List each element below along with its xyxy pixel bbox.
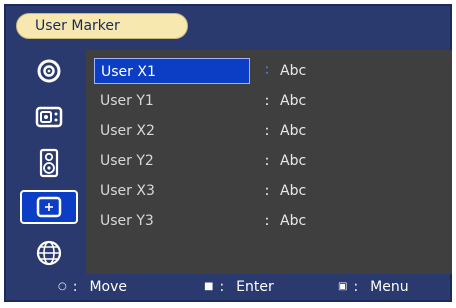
sidebar-item-audio[interactable]: [20, 146, 78, 180]
menu-key-icon: ▣: [338, 281, 348, 292]
hint-separator: :: [219, 279, 225, 295]
hint-separator: :: [353, 279, 359, 295]
footer-hints: ○ : Move ■ : Enter ▣ : Menu: [6, 274, 450, 300]
menu-row-label: User X1: [94, 58, 250, 84]
speaker-icon: [39, 148, 59, 178]
menu-row-label: User X3: [100, 183, 155, 199]
menu-row-user-y3[interactable]: User Y3 : Abc: [94, 208, 446, 234]
window-title: User Marker: [16, 13, 188, 39]
sidebar: [14, 50, 84, 274]
menu-row-colon: ∶: [265, 63, 269, 79]
hint-move: ○ : Move: [58, 274, 127, 300]
menu-row-label: User Y1: [100, 93, 154, 109]
menu-row-value: Abc: [280, 153, 307, 169]
marker-crosshair-icon: [35, 195, 63, 219]
menu-row-user-x3[interactable]: User X3 : Abc: [94, 178, 446, 204]
hint-move-label: Move: [89, 279, 127, 295]
menu-row-colon: :: [264, 183, 270, 199]
menu-row-user-x1[interactable]: User X1 ∶ Abc: [94, 58, 446, 84]
sidebar-item-language[interactable]: [20, 236, 78, 270]
menu-row-colon: :: [264, 153, 270, 169]
hint-enter-label: Enter: [236, 279, 274, 295]
hint-separator: :: [72, 279, 78, 295]
menu-row-user-x2[interactable]: User X2 : Abc: [94, 118, 446, 144]
sidebar-item-display[interactable]: [20, 100, 78, 134]
menu-row-colon: :: [264, 213, 270, 229]
menu-row-value: Abc: [280, 63, 307, 79]
menu-row-colon: :: [264, 93, 270, 109]
hint-menu: ▣ : Menu: [338, 274, 409, 300]
menu-row-label: User Y2: [100, 153, 154, 169]
target-icon: [36, 58, 62, 84]
menu-panel: User X1 ∶ Abc User Y1 : Abc User X2 : Ab…: [86, 50, 452, 274]
display-input-icon: [35, 105, 63, 129]
menu-row-value: Abc: [280, 183, 307, 199]
globe-icon: [35, 239, 63, 267]
menu-row-value: Abc: [280, 213, 307, 229]
hint-menu-label: Menu: [370, 279, 409, 295]
menu-row-value: Abc: [280, 93, 307, 109]
menu-row-value: Abc: [280, 123, 307, 139]
menu-row-label: User X2: [100, 123, 155, 139]
move-key-icon: ○: [58, 281, 67, 292]
menu-row-user-y2[interactable]: User Y2 : Abc: [94, 148, 446, 174]
osd-window: User Marker User X1 ∶ Abc User Y1: Abc …: [4, 4, 452, 302]
menu-row-user-y1[interactable]: User Y1 : Abc: [94, 88, 446, 114]
hint-enter: ■ : Enter: [204, 274, 274, 300]
sidebar-item-picture[interactable]: [20, 54, 78, 88]
enter-key-icon: ■: [204, 281, 214, 292]
menu-row-colon: :: [264, 123, 270, 139]
sidebar-item-marker[interactable]: [20, 190, 78, 224]
menu-row-label: User Y3: [100, 213, 154, 229]
